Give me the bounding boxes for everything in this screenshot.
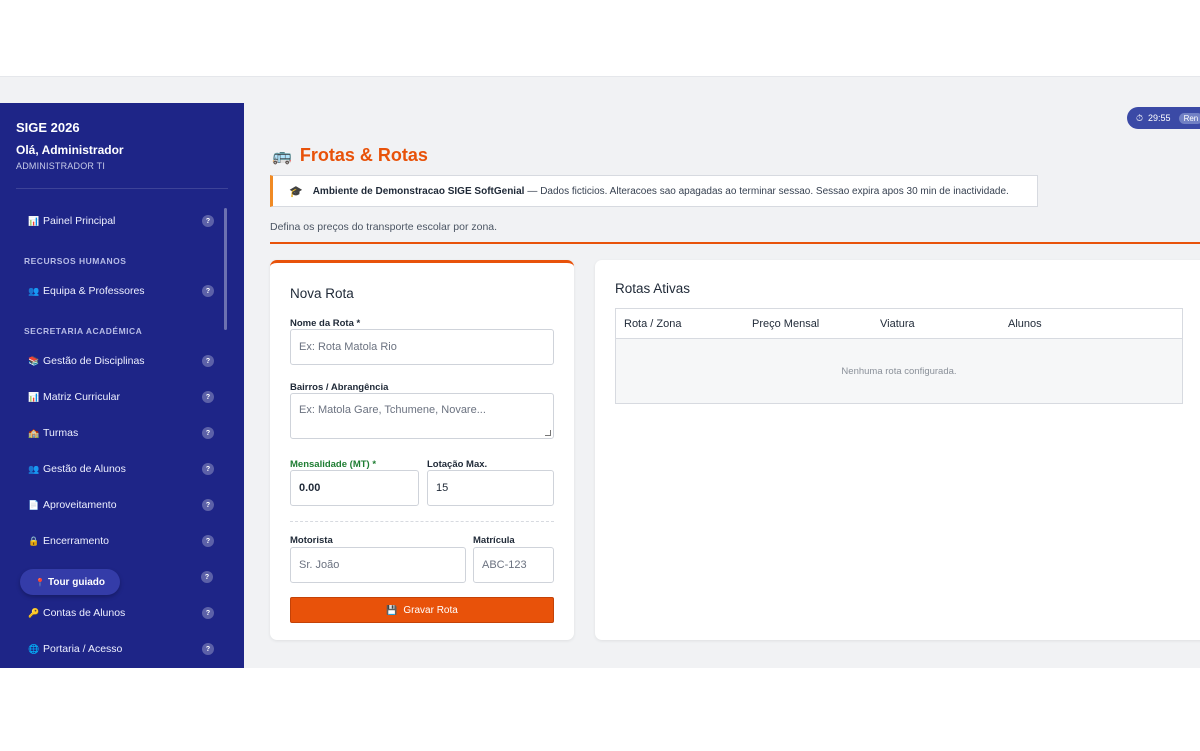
capacity-input[interactable]: 15 xyxy=(427,470,554,506)
fee-input[interactable]: 0.00 xyxy=(290,470,419,506)
chart-icon: 📊 xyxy=(28,215,40,226)
bus-icon: 🚌 xyxy=(272,147,292,165)
sidebar-item-accounts[interactable]: 🔑 Contas de Alunos ? xyxy=(28,603,218,623)
floppy-disk-icon: 💾 xyxy=(386,604,398,615)
globe-icon: 🌐 xyxy=(28,643,40,654)
sidebar-item-label: Matriz Curricular xyxy=(43,391,121,403)
people-icon: 👥 xyxy=(28,285,40,296)
help-icon[interactable]: ? xyxy=(202,499,214,511)
col-route-zone[interactable]: Rota / Zona xyxy=(616,318,744,330)
save-route-button[interactable]: 💾 Gravar Rota xyxy=(290,597,554,623)
accent-divider xyxy=(270,242,1200,244)
timer-value: 29:55 xyxy=(1148,113,1171,123)
sidebar-item-label: Gestão de Alunos xyxy=(43,463,126,475)
empty-state: Nenhuma rota configurada. xyxy=(616,339,1182,403)
brand-title: SIGE 2026 xyxy=(16,120,80,135)
route-name-label: Nome da Rota * xyxy=(290,318,361,329)
tour-button[interactable]: 📍 Tour guiado xyxy=(20,569,120,595)
help-icon[interactable]: ? xyxy=(202,285,214,297)
sidebar-item-label: Equipa & Professores xyxy=(43,285,145,297)
sidebar-item-dashboard[interactable]: 📊 Painel Principal ? xyxy=(28,211,218,231)
resize-handle-icon[interactable] xyxy=(545,430,551,436)
sidebar-item-label: Aproveitamento xyxy=(43,499,117,511)
people-icon: 👥 xyxy=(28,463,40,474)
help-icon[interactable]: ? xyxy=(202,355,214,367)
books-icon: 📚 xyxy=(28,355,40,366)
driver-label: Motorista xyxy=(290,535,333,546)
active-routes-card: Rotas Ativas Rota / Zona Preço Mensal Vi… xyxy=(595,260,1200,640)
renew-button[interactable]: Ren xyxy=(1178,112,1200,124)
col-monthly-price[interactable]: Preço Mensal xyxy=(744,318,872,330)
col-students[interactable]: Alunos xyxy=(1000,318,1128,330)
form-divider xyxy=(290,521,554,522)
lock-icon: 🔒 xyxy=(28,535,40,546)
plate-label: Matrícula xyxy=(473,535,515,546)
col-vehicle[interactable]: Viatura xyxy=(872,318,1000,330)
sidebar-item-grades[interactable]: 📄 Aproveitamento ? xyxy=(28,495,218,515)
save-route-label: Gravar Rota xyxy=(403,604,458,616)
user-greeting: Olá, Administrador xyxy=(16,143,124,157)
session-timer[interactable]: ⏱ 29:55 Ren xyxy=(1127,107,1200,129)
key-icon: 🔑 xyxy=(28,607,40,618)
clock-icon: ⏱ xyxy=(1136,112,1144,123)
help-icon[interactable]: ? xyxy=(202,643,214,655)
help-icon[interactable]: ? xyxy=(202,463,214,475)
fee-label: Mensalidade (MT) * xyxy=(290,459,377,470)
routes-table: Rota / Zona Preço Mensal Viatura Alunos … xyxy=(615,308,1183,404)
sidebar-item-label: Turmas xyxy=(43,427,79,439)
demo-banner: 🎓 Ambiente de Demonstracao SIGE SoftGeni… xyxy=(270,175,1038,207)
chart-icon: 📊 xyxy=(28,391,40,402)
sidebar-item-closing[interactable]: 🔒 Encerramento ? xyxy=(28,531,218,551)
table-header: Rota / Zona Preço Mensal Viatura Alunos xyxy=(616,309,1182,339)
sidebar: SIGE 2026 Olá, Administrador ADMINISTRAD… xyxy=(0,103,244,668)
page-subtitle: Defina os preços do transporte escolar p… xyxy=(270,221,498,233)
document-icon: 📄 xyxy=(28,499,40,510)
page-title: 🚌 Frotas & Rotas xyxy=(272,145,428,166)
demo-banner-text: — Dados ficticios. Alteracoes sao apagad… xyxy=(527,185,1009,197)
sidebar-item-subjects[interactable]: 📚 Gestão de Disciplinas ? xyxy=(28,351,218,371)
new-route-form: Nova Rota Nome da Rota * Ex: Rota Matola… xyxy=(270,260,574,640)
driver-input[interactable]: Sr. João xyxy=(290,547,466,583)
sidebar-item-students[interactable]: 👥 Gestão de Alunos ? xyxy=(28,459,218,479)
sidebar-item-classes[interactable]: 🏫 Turmas ? xyxy=(28,423,218,443)
sidebar-scrollbar[interactable] xyxy=(224,208,227,330)
page-title-text: Frotas & Rotas xyxy=(299,145,428,165)
help-icon[interactable]: ? xyxy=(201,571,213,583)
demo-banner-bold: Ambiente de Demonstracao SIGE SoftGenial xyxy=(312,185,525,197)
list-title: Rotas Ativas xyxy=(615,281,691,296)
capacity-label: Lotação Max. xyxy=(427,459,488,470)
sidebar-item-team[interactable]: 👥 Equipa & Professores ? xyxy=(28,281,218,301)
districts-textarea[interactable]: Ex: Matola Gare, Tchumene, Novare... xyxy=(290,393,554,439)
districts-label: Bairros / Abrangência xyxy=(290,382,389,393)
top-bar xyxy=(0,76,1200,103)
districts-placeholder: Ex: Matola Gare, Tchumene, Novare... xyxy=(299,404,486,416)
user-role: ADMINISTRADOR TI xyxy=(16,161,106,171)
tour-label: Tour guiado xyxy=(47,576,105,588)
sidebar-item-label: Contas de Alunos xyxy=(43,607,126,619)
plate-input[interactable]: ABC-123 xyxy=(473,547,554,583)
help-icon[interactable]: ? xyxy=(202,391,214,403)
form-title: Nova Rota xyxy=(290,286,354,301)
app-frame: SIGE 2026 Olá, Administrador ADMINISTRAD… xyxy=(0,103,1200,668)
school-icon: 🏫 xyxy=(28,427,40,438)
help-icon[interactable]: ? xyxy=(202,607,214,619)
section-academic: SECRETARIA ACADÉMICA xyxy=(24,326,143,336)
help-icon[interactable]: ? xyxy=(202,215,214,227)
section-hr: RECURSOS HUMANOS xyxy=(24,256,127,266)
sidebar-item-label: Painel Principal xyxy=(43,215,116,227)
pin-icon: 📍 xyxy=(35,577,45,587)
sidebar-item-label: Encerramento xyxy=(43,535,109,547)
sidebar-item-curriculum[interactable]: 📊 Matriz Curricular ? xyxy=(28,387,218,407)
sidebar-divider xyxy=(16,188,228,189)
help-icon[interactable]: ? xyxy=(202,427,214,439)
help-icon[interactable]: ? xyxy=(202,535,214,547)
route-name-input[interactable]: Ex: Rota Matola Rio xyxy=(290,329,554,365)
graduation-cap-icon: 🎓 xyxy=(289,185,303,198)
sidebar-item-label: Portaria / Acesso xyxy=(43,643,123,655)
sidebar-item-gate[interactable]: 🌐 Portaria / Acesso ? xyxy=(28,639,218,659)
sidebar-item-label: Gestão de Disciplinas xyxy=(43,355,145,367)
